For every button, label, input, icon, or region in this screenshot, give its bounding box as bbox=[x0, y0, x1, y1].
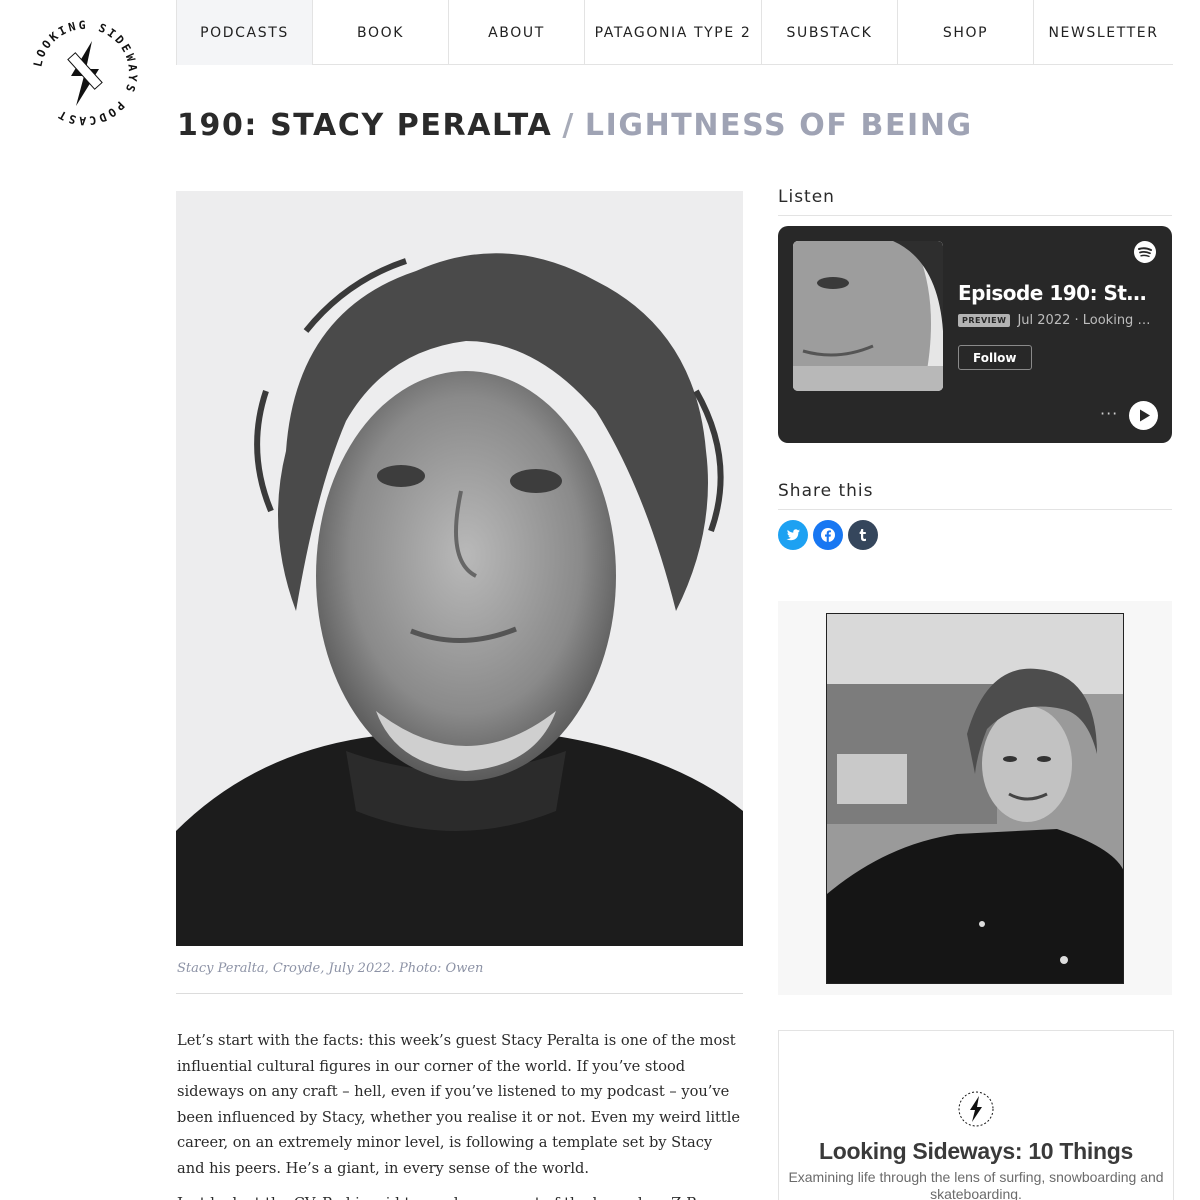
article-paragraph: Just look at the CV. By his mid teens, h… bbox=[177, 1191, 743, 1200]
share-buttons bbox=[778, 520, 878, 550]
main-nav: PODCASTS BOOK ABOUT PATAGONIA TYPE 2 SUB… bbox=[176, 0, 1173, 65]
nav-shop[interactable]: SHOP bbox=[898, 0, 1034, 65]
listen-heading: Listen bbox=[778, 187, 1172, 216]
episode-date-show[interactable]: Jul 2022 · Looking Sideways bbox=[1017, 313, 1153, 328]
preview-badge: PREVIEW bbox=[958, 314, 1011, 327]
portrait-image bbox=[176, 191, 743, 946]
logo-badge-icon: LOOKING SIDEWAYS PODCAST bbox=[30, 18, 137, 128]
card-description: Examining life through the lens of surfi… bbox=[788, 1169, 1164, 1200]
caption-divider bbox=[176, 993, 743, 994]
site-logo[interactable]: LOOKING SIDEWAYS PODCAST bbox=[26, 14, 144, 132]
newsletter-card[interactable]: Looking Sideways: 10 Things Examining li… bbox=[778, 1030, 1174, 1200]
sidebar-portrait-image bbox=[827, 614, 1123, 983]
title-separator: / bbox=[562, 108, 575, 143]
tumblr-icon bbox=[859, 529, 866, 542]
episode-meta: PREVIEW Jul 2022 · Looking Sideways bbox=[958, 313, 1153, 328]
episode-thumbnail[interactable] bbox=[793, 241, 943, 391]
tumblr-share-button[interactable] bbox=[848, 520, 878, 550]
nav-book[interactable]: BOOK bbox=[313, 0, 449, 65]
nav-substack[interactable]: SUBSTACK bbox=[762, 0, 898, 65]
episode-title: 190: STACY PERALTA bbox=[177, 108, 553, 143]
play-icon bbox=[1140, 409, 1150, 422]
nav-patagonia-type-2[interactable]: PATAGONIA TYPE 2 bbox=[585, 0, 762, 65]
twitter-share-button[interactable] bbox=[778, 520, 808, 550]
hero-portrait-photo bbox=[176, 191, 743, 946]
nav-newsletter[interactable]: NEWSLETTER bbox=[1034, 0, 1173, 65]
play-button[interactable] bbox=[1129, 401, 1158, 430]
facebook-icon bbox=[821, 528, 835, 542]
nav-about[interactable]: ABOUT bbox=[449, 0, 585, 65]
article-paragraph: Let’s start with the facts: this week’s … bbox=[177, 1032, 741, 1177]
more-options-icon[interactable]: ··· bbox=[1100, 404, 1118, 423]
photo-caption: Stacy Peralta, Croyde, July 2022. Photo:… bbox=[177, 961, 484, 976]
twitter-icon bbox=[786, 529, 800, 541]
spotify-embed-player: Episode 190: Stacy Peralta / Lightness o… bbox=[778, 226, 1172, 443]
follow-button[interactable]: Follow bbox=[958, 345, 1032, 370]
article-body: Let’s start with the facts: this week’s … bbox=[177, 1028, 743, 1200]
spotify-logo-icon[interactable] bbox=[1134, 241, 1156, 263]
thumbnail-image bbox=[793, 241, 943, 391]
card-logo-icon bbox=[954, 1087, 998, 1131]
card-title[interactable]: Looking Sideways: 10 Things bbox=[779, 1138, 1173, 1165]
page-title: 190: STACY PERALTA / LIGHTNESS OF BEING bbox=[177, 108, 973, 143]
nav-podcasts[interactable]: PODCASTS bbox=[176, 0, 313, 65]
share-heading: Share this bbox=[778, 481, 1172, 510]
sidebar-portrait-photo[interactable] bbox=[826, 613, 1124, 984]
episode-subtitle: LIGHTNESS OF BEING bbox=[584, 108, 973, 143]
facebook-share-button[interactable] bbox=[813, 520, 843, 550]
episode-title-link[interactable]: Episode 190: Stacy Peralta / Lightness o… bbox=[958, 281, 1153, 305]
